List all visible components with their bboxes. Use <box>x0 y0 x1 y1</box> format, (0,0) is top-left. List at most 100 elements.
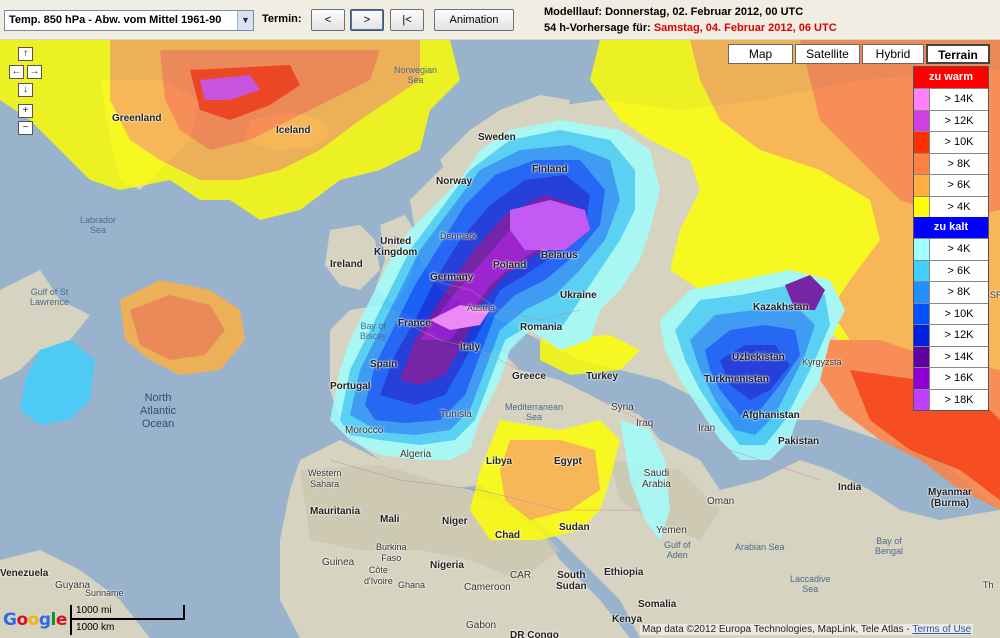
label-sr: SR <box>990 290 1000 300</box>
legend-swatch <box>914 196 930 217</box>
zoom-in-button[interactable]: + <box>18 104 33 118</box>
legend-label: > 12K <box>944 114 974 127</box>
label-south-sudan: South Sudan <box>556 570 587 592</box>
label-chad: Chad <box>495 530 520 541</box>
legend-label: > 6K <box>947 179 971 192</box>
label-iceland: Iceland <box>276 125 311 136</box>
termin-label: Termin: <box>262 13 302 25</box>
pan-up-button[interactable]: ↑ <box>18 47 33 61</box>
legend-label: > 6K <box>947 264 971 277</box>
maptype-map-button[interactable]: Map <box>728 44 793 64</box>
label-western-sahara: Western Sahara <box>308 468 342 489</box>
legend: zu warm > 14K > 12K > 10K > 8K > 6K > 4K zu k… <box>913 66 989 411</box>
label-greece: Greece <box>512 371 546 382</box>
legend-row-cold-2: > 8K <box>914 281 988 303</box>
label-yemen: Yemen <box>656 525 687 536</box>
label-iraq: Iraq <box>636 418 654 429</box>
legend-label: > 16K <box>944 372 974 385</box>
label-mauritania: Mauritania <box>310 506 361 517</box>
legend-warm-rows: > 14K > 12K > 10K > 8K > 6K > 4K <box>914 88 988 217</box>
label-belarus: Belarus <box>541 250 578 261</box>
pan-right-button[interactable]: → <box>27 65 42 79</box>
legend-label: > 14K <box>944 93 974 106</box>
label-kyrgyzstan: Kyrgyzsta <box>802 357 842 367</box>
prev-button[interactable]: < <box>311 9 345 31</box>
maptype-terrain-button[interactable]: Terrain <box>926 44 990 64</box>
label-norwegian-sea: Norwegian Sea <box>394 65 438 85</box>
label-italy: Italy <box>460 342 481 353</box>
label-car: CAR <box>510 570 532 581</box>
label-arabian-sea: Arabian Sea <box>735 542 785 552</box>
pan-left-button[interactable]: ← <box>9 65 24 79</box>
label-turkmenistan: Turkmenistan <box>704 374 769 385</box>
zoom-out-button[interactable]: − <box>18 121 33 135</box>
label-sudan: Sudan <box>559 522 590 533</box>
label-oman: Oman <box>707 496 735 507</box>
maptype-hybrid-button[interactable]: Hybrid <box>862 44 924 64</box>
legend-label: > 8K <box>947 286 971 299</box>
label-germany: Germany <box>430 272 474 283</box>
legend-swatch <box>914 175 930 196</box>
label-north-atlantic: North Atlantic Ocean <box>140 392 177 430</box>
legend-row-warm-1: > 12K <box>914 109 988 131</box>
legend-row-warm-0: > 14K <box>914 88 988 110</box>
label-bay-of-bengal: Bay of Bengal <box>875 536 904 556</box>
maptype-satellite-button[interactable]: Satellite <box>795 44 860 64</box>
label-venezuela: Venezuela <box>0 568 49 579</box>
label-gulf-of-st-lawrence: Gulf of St Lawrence <box>30 287 70 307</box>
label-guinea: Guinea <box>322 557 355 568</box>
legend-swatch <box>914 325 930 346</box>
legend-swatch <box>914 153 930 174</box>
legend-label: > 14K <box>944 350 974 363</box>
label-cameroon: Cameroon <box>464 582 511 593</box>
label-th: Th <box>983 580 994 590</box>
legend-row-cold-0: > 4K <box>914 238 988 260</box>
label-romania: Romania <box>520 322 563 333</box>
label-pakistan: Pakistan <box>778 436 820 447</box>
label-saudi-arabia: Saudi Arabia <box>642 468 671 490</box>
label-portugal: Portugal <box>330 381 371 392</box>
chevron-down-icon[interactable]: ▼ <box>237 11 253 30</box>
label-india: India <box>838 482 862 493</box>
scale-km: 1000 km <box>76 622 115 633</box>
pan-down-button[interactable]: ↓ <box>18 83 33 97</box>
animation-button[interactable]: Animation <box>434 9 514 31</box>
label-ghana: Ghana <box>398 580 426 590</box>
legend-row-cold-5: > 14K <box>914 345 988 367</box>
legend-row-warm-5: > 4K <box>914 195 988 217</box>
legend-cold-header: zu kalt <box>914 217 988 238</box>
legend-row-cold-3: > 10K <box>914 302 988 324</box>
label-france: France <box>398 318 431 329</box>
parameter-select[interactable]: Temp. 850 hPa - Abw. vom Mittel 1961-90 … <box>4 10 254 31</box>
next-button[interactable]: > <box>350 9 384 31</box>
label-libya: Libya <box>486 456 513 467</box>
label-cote-divoire: Côte d'Ivoire <box>364 565 393 586</box>
legend-row-cold-4: > 12K <box>914 324 988 346</box>
label-kenya: Kenya <box>612 614 643 625</box>
first-button[interactable]: |< <box>390 9 424 31</box>
label-kazakhstan: Kazakhstan <box>753 302 809 313</box>
label-bay-of-biscay: Bay of Biscay <box>360 321 387 341</box>
legend-swatch <box>914 132 930 153</box>
label-poland: Poland <box>493 260 527 271</box>
label-norway: Norway <box>436 176 473 187</box>
label-sweden: Sweden <box>478 132 516 143</box>
terms-of-use-link[interactable]: Terms of Use <box>912 624 971 635</box>
legend-swatch <box>914 389 930 410</box>
legend-warm-header: zu warm <box>914 67 988 88</box>
scale-bar: 1000 mi 1000 km <box>68 605 188 635</box>
legend-label: > 10K <box>944 307 974 320</box>
toolbar: Temp. 850 hPa - Abw. vom Mittel 1961-90 … <box>0 0 1000 40</box>
google-logo[interactable]: Google <box>3 610 67 630</box>
legend-cold-rows: > 4K > 6K > 8K > 10K > 12K > 14K > 16K > 18K <box>914 238 988 410</box>
label-labrador-sea: Labrador Sea <box>80 215 117 235</box>
label-myanmar: Myanmar (Burma) <box>928 487 972 509</box>
forecast-text: 54 h-Vorhersage für: Samstag, 04. Februa… <box>544 22 837 34</box>
map-canvas[interactable]: Greenland Iceland Norwegian Sea Labrador… <box>0 40 1000 638</box>
label-united-kingdom: United Kingdom <box>374 236 418 258</box>
label-afghanistan: Afghanistan <box>742 410 800 421</box>
forecast-prefix: 54 h-Vorhersage für: <box>544 22 654 34</box>
label-turkey: Turkey <box>586 371 619 382</box>
legend-swatch <box>914 260 930 281</box>
parameter-select-value: Temp. 850 hPa - Abw. vom Mittel 1961-90 <box>9 14 222 26</box>
